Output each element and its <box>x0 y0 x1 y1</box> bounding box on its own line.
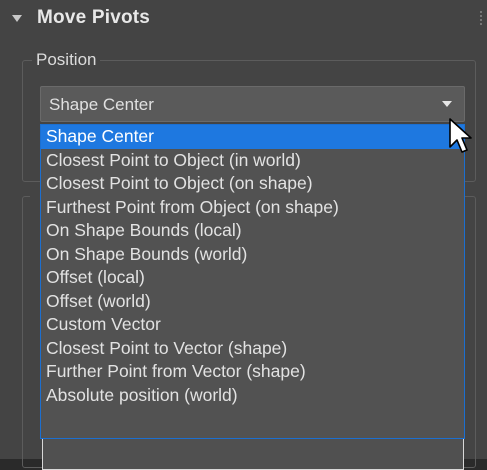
mouse-pointer-icon <box>449 118 472 153</box>
dropdown-option-shape-bounds-world[interactable]: On Shape Bounds (world) <box>41 243 464 267</box>
dropdown-option-further-point-vector[interactable]: Further Point from Vector (shape) <box>41 360 464 384</box>
position-group-label: Position <box>32 50 101 70</box>
secondary-groupbox-label-gap <box>30 191 40 201</box>
dropdown-option-closest-point-vector[interactable]: Closest Point to Vector (shape) <box>41 337 464 361</box>
position-dropdown-value: Shape Center <box>49 95 154 114</box>
position-dropdown[interactable]: Shape Center <box>40 86 465 122</box>
position-dropdown-list[interactable]: Shape Center Closest Point to Object (in… <box>40 124 465 439</box>
dropdown-option-shape-bounds-local[interactable]: On Shape Bounds (local) <box>41 219 464 243</box>
rollout-title[interactable]: Move Pivots <box>37 7 150 29</box>
rollout-header[interactable]: Move Pivots <box>0 0 487 44</box>
dropdown-option-custom-vector[interactable]: Custom Vector <box>41 313 464 337</box>
chevron-down-icon[interactable] <box>442 101 452 107</box>
rollout-panel: Move Pivots Position Shape Center Shape … <box>0 0 487 470</box>
drag-grip-icon[interactable] <box>479 10 483 26</box>
dropdown-option-shape-center[interactable]: Shape Center <box>41 125 464 149</box>
dropdown-option-absolute-position-world[interactable]: Absolute position (world) <box>41 384 464 408</box>
dropdown-option-closest-point-object-shape[interactable]: Closest Point to Object (on shape) <box>41 172 464 196</box>
collapse-triangle-icon[interactable] <box>12 15 22 22</box>
dropdown-option-offset-world[interactable]: Offset (world) <box>41 290 464 314</box>
dropdown-option-offset-local[interactable]: Offset (local) <box>41 266 464 290</box>
dropdown-option-furthest-point-object-shape[interactable]: Furthest Point from Object (on shape) <box>41 196 464 220</box>
dropdown-option-closest-point-object-world[interactable]: Closest Point to Object (in world) <box>41 149 464 173</box>
bottom-field[interactable] <box>42 438 464 470</box>
